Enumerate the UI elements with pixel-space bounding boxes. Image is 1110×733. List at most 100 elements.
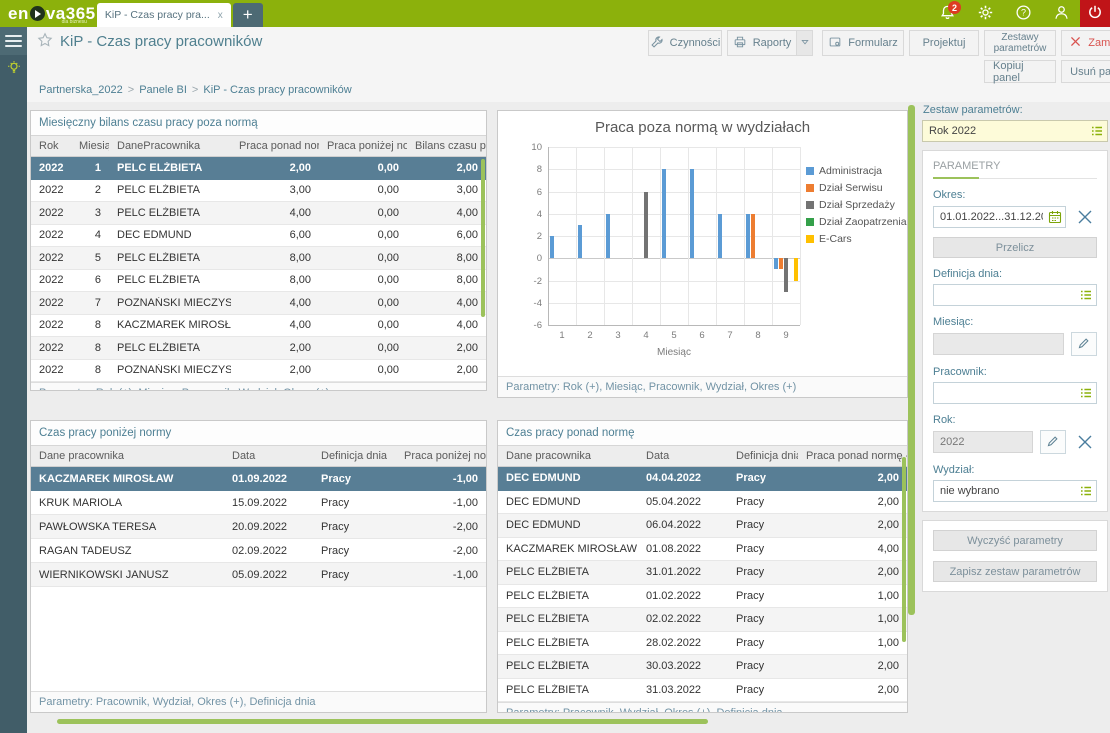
y-tick-label: -4	[512, 298, 542, 309]
column-header[interactable]: Dane pracownika	[31, 446, 224, 466]
definicja-dnia-input[interactable]	[933, 284, 1097, 306]
list-icon[interactable]	[1089, 123, 1105, 139]
cell: 4,00	[407, 319, 486, 331]
column-header[interactable]: Dane pracownika	[498, 446, 638, 466]
rok-input[interactable]	[933, 431, 1033, 453]
assistant-button[interactable]	[0, 55, 27, 83]
favorite-star-icon[interactable]	[37, 32, 53, 51]
zestaw-parametrow-input[interactable]	[922, 120, 1108, 142]
table-row[interactable]: 20226PELC ELŻBIETA8,000,008,00	[31, 270, 486, 293]
usun-panel-button[interactable]: Usuń panel	[1061, 60, 1110, 83]
column-header[interactable]: Praca poniżej normy...	[319, 136, 407, 156]
cell: 2,00	[407, 364, 486, 376]
raporty-button[interactable]: Raporty	[727, 30, 797, 56]
document-tab[interactable]: KiP - Czas pracy pra... x	[97, 3, 231, 27]
cell: 4,00	[231, 319, 319, 331]
table-header-row: Dane pracownikaDataDefinicja dniaPraca p…	[498, 445, 907, 467]
column-header[interactable]: Definicja dnia	[728, 446, 798, 466]
cell: Pracy	[728, 566, 798, 578]
breadcrumb-item-panele-bi[interactable]: Panele BI	[139, 84, 187, 96]
menu-button[interactable]	[0, 27, 27, 55]
breadcrumb-item-root[interactable]: Partnerska_2022	[39, 84, 123, 96]
new-tab-button[interactable]: +	[233, 3, 263, 27]
table-row[interactable]: 20224DEC EDMUND6,000,006,00	[31, 225, 486, 248]
table-row[interactable]: PELC ELŻBIETA01.02.2022Pracy1,00	[498, 585, 907, 609]
table-row[interactable]: 20223PELC ELŻBIETA4,000,004,00	[31, 202, 486, 225]
bar	[746, 214, 750, 259]
logout-button[interactable]	[1080, 0, 1110, 27]
rok-edit-button[interactable]	[1040, 430, 1066, 454]
przelicz-button[interactable]: Przelicz	[933, 237, 1097, 258]
wydzial-input[interactable]	[933, 480, 1097, 502]
column-header[interactable]: DanePracownika	[109, 136, 231, 156]
table-row[interactable]: DEC EDMUND06.04.2022Pracy2,00	[498, 514, 907, 538]
zamknij-button[interactable]: Zamknij	[1061, 30, 1110, 56]
bilans-scrollbar[interactable]	[481, 159, 485, 317]
column-header[interactable]: Praca ponad normę -h	[798, 446, 907, 466]
table-row[interactable]: PELC ELŻBIETA30.03.2022Pracy2,00	[498, 655, 907, 679]
column-header[interactable]: Definicja dnia	[313, 446, 396, 466]
zestawy-parametrow-button[interactable]: Zestawy parametrów	[984, 30, 1056, 56]
panel-ponizej: Czas pracy poniżej normy Dane pracownika…	[30, 420, 487, 713]
user-button[interactable]	[1042, 0, 1080, 27]
table-row[interactable]: 20225PELC ELŻBIETA8,000,008,00	[31, 247, 486, 270]
zapisz-zestaw-button[interactable]: Zapisz zestaw parametrów	[933, 561, 1097, 582]
table-row[interactable]: 20227POZNAŃSKI MIECZYSŁAW4,000,004,00	[31, 292, 486, 315]
column-header[interactable]: Praca poniżej normy -h	[396, 446, 486, 466]
wyczysc-parametry-button[interactable]: Wyczyść parametry	[933, 530, 1097, 551]
column-header[interactable]: Bilans czasu pracy	[407, 136, 486, 156]
list-icon[interactable]	[1078, 483, 1094, 499]
table-row[interactable]: 20228POZNAŃSKI MIECZYSŁAW2,000,002,00	[31, 360, 486, 383]
table-row[interactable]: 20228PELC ELŻBIETA2,000,002,00	[31, 337, 486, 360]
kopiuj-panel-button[interactable]: Kopiuj panel	[984, 60, 1056, 83]
cell: 8,00	[407, 274, 486, 286]
vertical-scrollbar[interactable]	[908, 105, 915, 615]
miesiac-edit-button[interactable]	[1071, 332, 1097, 356]
miesiac-input[interactable]	[933, 333, 1064, 355]
table-row[interactable]: PELC ELŻBIETA02.02.2022Pracy1,00	[498, 608, 907, 632]
column-header[interactable]: Miesiąc	[71, 136, 109, 156]
cell: 2022	[31, 342, 71, 354]
table-row[interactable]: RAGAN TADEUSZ02.09.2022Pracy-2,00	[31, 539, 486, 563]
list-icon[interactable]	[1078, 385, 1094, 401]
breadcrumb-item-current[interactable]: KiP - Czas pracy pracowników	[203, 84, 351, 96]
list-icon[interactable]	[1078, 287, 1094, 303]
table-row[interactable]: KACZMAREK MIROSŁAW01.08.2022Pracy4,00	[498, 538, 907, 562]
czynnosci-button[interactable]: Czynności	[648, 30, 722, 56]
tab-close-icon[interactable]: x	[218, 10, 223, 21]
table-row[interactable]: PELC ELŻBIETA31.03.2022Pracy2,00	[498, 679, 907, 703]
table-row[interactable]: KRUK MARIOLA15.09.2022Pracy-1,00	[31, 491, 486, 515]
column-header[interactable]: Data	[638, 446, 728, 466]
x-tick-label: 6	[688, 330, 716, 341]
column-header[interactable]: Data	[224, 446, 313, 466]
notifications-button[interactable]: 2	[928, 0, 966, 27]
table-row[interactable]: KACZMAREK MIROSŁAW01.09.2022Pracy-1,00	[31, 467, 486, 491]
projektuj-button[interactable]: Projektuj	[909, 30, 979, 56]
help-button[interactable]: ?	[1004, 0, 1042, 27]
rok-field	[933, 431, 1033, 453]
cell: WIERNIKOWSKI JANUSZ	[31, 569, 224, 581]
table-row[interactable]: 20222PELC ELŻBIETA3,000,003,00	[31, 180, 486, 203]
horizontal-scrollbar[interactable]	[57, 719, 708, 724]
table-row[interactable]: PELC ELŻBIETA31.01.2022Pracy2,00	[498, 561, 907, 585]
table-row[interactable]: 20221PELC ELŻBIETA2,000,002,00	[31, 157, 486, 180]
table-row[interactable]: 20228KACZMAREK MIROSŁAW4,000,004,00	[31, 315, 486, 338]
okres-clear-button[interactable]	[1073, 205, 1097, 229]
y-tick-label: -2	[512, 276, 542, 287]
rok-clear-button[interactable]	[1073, 430, 1097, 454]
column-header[interactable]: Rok	[31, 136, 71, 156]
pracownik-input[interactable]	[933, 382, 1097, 404]
column-header[interactable]: Praca ponad normę...	[231, 136, 319, 156]
table-row[interactable]: WIERNIKOWSKI JANUSZ05.09.2022Pracy-1,00	[31, 563, 486, 587]
table-row[interactable]: PELC ELŻBIETA28.02.2022Pracy1,00	[498, 632, 907, 656]
table-row[interactable]: DEC EDMUND05.04.2022Pracy2,00	[498, 491, 907, 515]
raporty-dropdown-button[interactable]	[797, 30, 813, 56]
ponad-scrollbar[interactable]	[902, 457, 906, 642]
formularz-button[interactable]: Formularz	[822, 30, 904, 56]
table-row[interactable]: DEC EDMUND04.04.2022Pracy2,00	[498, 467, 907, 491]
settings-button[interactable]	[966, 0, 1004, 27]
table-row[interactable]: PAWŁOWSKA TERESA20.09.2022Pracy-2,00	[31, 515, 486, 539]
calendar-icon[interactable]	[1047, 209, 1063, 225]
cell: 1,00	[798, 637, 907, 649]
cell: -1,00	[396, 497, 486, 509]
